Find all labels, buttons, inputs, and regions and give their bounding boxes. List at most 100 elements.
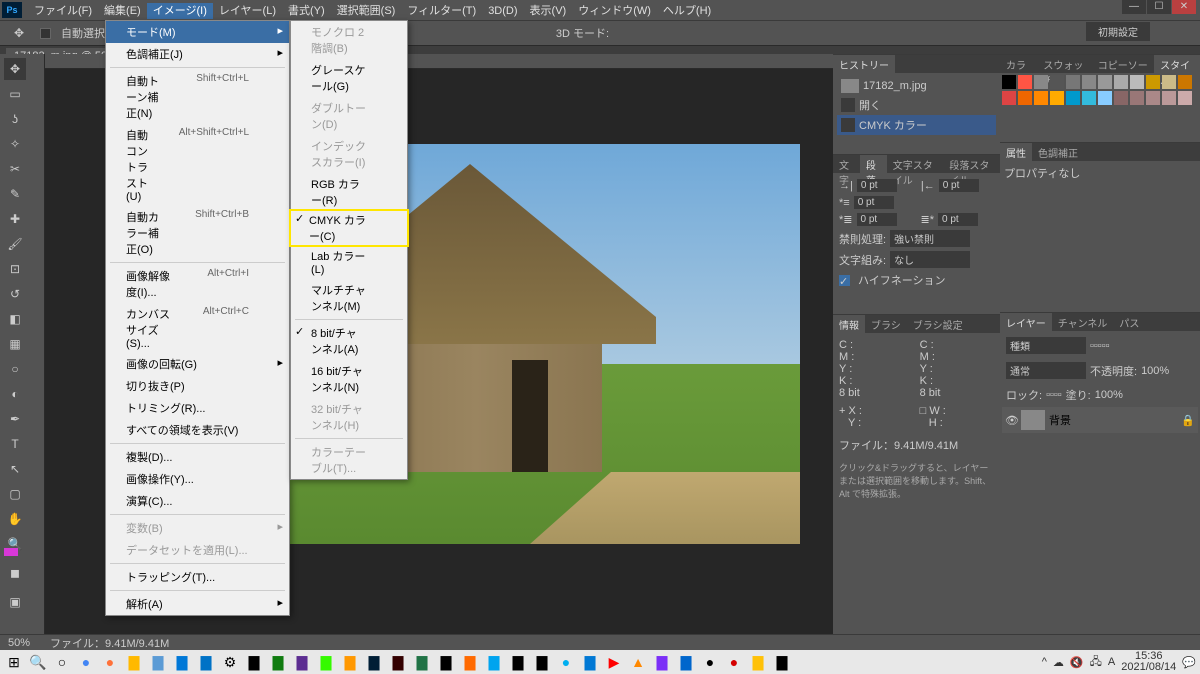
swatch[interactable] bbox=[1098, 91, 1112, 105]
search-button[interactable]: 🔍 bbox=[28, 652, 48, 672]
workspace-picker[interactable]: 初期設定 bbox=[1086, 22, 1150, 41]
swatch[interactable] bbox=[1178, 91, 1192, 105]
menu-item[interactable]: カンバスサイズ(S)...Alt+Ctrl+C bbox=[106, 303, 289, 353]
app-icon-11[interactable]: ▇ bbox=[676, 652, 696, 672]
panel-tab[interactable]: コピーソース bbox=[1092, 55, 1154, 73]
panel-tab[interactable]: ブラシ設定 bbox=[907, 315, 969, 333]
pen-tool[interactable]: ✒ bbox=[4, 408, 26, 430]
app-icon-5[interactable]: ▇ bbox=[484, 652, 504, 672]
app-icon-7[interactable]: ▇ bbox=[532, 652, 552, 672]
menu-4[interactable]: 書式(Y) bbox=[282, 3, 331, 19]
chrome-icon[interactable]: ● bbox=[76, 652, 96, 672]
mode-item[interactable]: 32 bit/チャンネル(H) bbox=[291, 398, 407, 436]
mode-item[interactable]: RGB カラー(R) bbox=[291, 173, 407, 211]
panel-tab[interactable]: 段落 bbox=[860, 155, 887, 173]
app-icon-8[interactable]: ▇ bbox=[580, 652, 600, 672]
menu-5[interactable]: 選択範囲(S) bbox=[331, 3, 402, 19]
kinsoku-select[interactable]: 強い禁則 bbox=[890, 230, 970, 247]
menu-item[interactable]: 画像解像度(I)...Alt+Ctrl+I bbox=[106, 265, 289, 303]
zoom-level[interactable]: 50% bbox=[8, 637, 30, 649]
move-tool[interactable]: ✥ bbox=[4, 58, 26, 80]
tray-onedrive-icon[interactable]: ☁ bbox=[1053, 656, 1064, 669]
swatch[interactable] bbox=[1034, 91, 1048, 105]
panel-tab[interactable]: カラー bbox=[1000, 55, 1037, 73]
swatch[interactable] bbox=[1146, 75, 1160, 89]
menu-item[interactable]: 自動カラー補正(O)Shift+Ctrl+B bbox=[106, 206, 289, 260]
gradient-tool[interactable]: ▦ bbox=[4, 333, 26, 355]
fg-bg-colors[interactable]: ◼ bbox=[4, 558, 26, 588]
hand-tool[interactable]: ✋ bbox=[4, 508, 26, 530]
app-icon-4[interactable]: ▇ bbox=[460, 652, 480, 672]
mode-item[interactable]: インデックスカラー(I) bbox=[291, 135, 407, 173]
panel-tab[interactable]: 文字 bbox=[833, 155, 860, 173]
mode-item[interactable]: カラーテーブル(T)... bbox=[291, 441, 407, 479]
taskbar-clock[interactable]: 15:36 2021/08/14 bbox=[1121, 651, 1176, 673]
mode-item[interactable]: Lab カラー(L) bbox=[291, 245, 407, 279]
panel-tab[interactable]: 文字スタイル bbox=[887, 155, 944, 173]
path-tool[interactable]: ↖ bbox=[4, 458, 26, 480]
photos-icon[interactable]: ▇ bbox=[172, 652, 192, 672]
crop-tool[interactable]: ✂ bbox=[4, 158, 26, 180]
tray-volume-icon[interactable]: 🔇 bbox=[1070, 656, 1084, 669]
swatch[interactable] bbox=[1114, 91, 1128, 105]
app-icon-12[interactable]: ● bbox=[700, 652, 720, 672]
swatch[interactable] bbox=[1146, 91, 1160, 105]
app-icon-2[interactable]: ▇ bbox=[292, 652, 312, 672]
explorer-icon[interactable]: ▇ bbox=[124, 652, 144, 672]
mojikumi-select[interactable]: なし bbox=[890, 251, 970, 268]
healing-tool[interactable]: ✚ bbox=[4, 208, 26, 230]
mode-item[interactable]: ダブルトーン(D) bbox=[291, 97, 407, 135]
space-after[interactable]: 0 pt bbox=[938, 213, 978, 226]
menu-item[interactable]: モード(M)▸ bbox=[106, 21, 289, 43]
menu-item[interactable]: データセットを適用(L)... bbox=[106, 539, 289, 561]
dodge-tool[interactable]: ◐ bbox=[4, 383, 26, 405]
minimize-button[interactable]: — bbox=[1122, 0, 1146, 14]
swatch[interactable] bbox=[1082, 91, 1096, 105]
skype-icon[interactable]: ● bbox=[556, 652, 576, 672]
mode-item[interactable]: ✓8 bit/チャンネル(A) bbox=[291, 322, 407, 360]
notifications-icon[interactable]: 💬 bbox=[1182, 656, 1196, 669]
menu-9[interactable]: ウィンドウ(W) bbox=[572, 3, 657, 19]
swatch[interactable] bbox=[1066, 91, 1080, 105]
menu-item[interactable]: トラッピング(T)... bbox=[106, 566, 289, 588]
cortana-icon[interactable]: ○ bbox=[52, 652, 72, 672]
notepad-icon[interactable]: ▇ bbox=[148, 652, 168, 672]
tray-network-icon[interactable]: 🖧 bbox=[1090, 653, 1102, 672]
menu-item[interactable]: トリミング(R)... bbox=[106, 397, 289, 419]
mode-item[interactable]: 16 bit/チャンネル(N) bbox=[291, 360, 407, 398]
space-before[interactable]: 0 pt bbox=[857, 213, 897, 226]
type-tool[interactable]: T bbox=[4, 433, 26, 455]
app-icon-3[interactable]: ▇ bbox=[436, 652, 456, 672]
history-file[interactable]: 17182_m.jpg bbox=[837, 77, 996, 95]
menu-item[interactable]: 切り抜き(P) bbox=[106, 375, 289, 397]
app-icon-10[interactable]: ▇ bbox=[652, 652, 672, 672]
indent-right[interactable]: 0 pt bbox=[939, 179, 979, 192]
wand-tool[interactable]: ✧ bbox=[4, 133, 26, 155]
mode-item[interactable]: ✓CMYK カラー(C) bbox=[289, 209, 409, 247]
panel-tab[interactable]: スウォッチ bbox=[1037, 55, 1091, 73]
blend-mode[interactable]: 通常 bbox=[1006, 362, 1086, 379]
panel-tab[interactable]: レイヤー bbox=[1000, 313, 1052, 331]
mode-item[interactable]: グレースケール(G) bbox=[291, 59, 407, 97]
swatch[interactable] bbox=[1034, 75, 1048, 89]
swatch[interactable] bbox=[1130, 91, 1144, 105]
eraser-tool[interactable]: ◧ bbox=[4, 308, 26, 330]
app-icon-1[interactable]: ▇ bbox=[268, 652, 288, 672]
eyedropper-tool[interactable]: ✎ bbox=[4, 183, 26, 205]
outlook-icon[interactable]: ▇ bbox=[196, 652, 216, 672]
menu-10[interactable]: ヘルプ(H) bbox=[657, 3, 717, 19]
panel-tab[interactable]: スタイル bbox=[1154, 55, 1200, 73]
brush-tool[interactable]: 🖌 bbox=[4, 233, 26, 255]
marquee-tool[interactable]: ▭ bbox=[4, 83, 26, 105]
autoselect-checkbox[interactable] bbox=[40, 28, 51, 39]
shape-tool[interactable]: ▢ bbox=[4, 483, 26, 505]
swatch[interactable] bbox=[1002, 75, 1016, 89]
panel-tab[interactable]: 段落スタイル bbox=[943, 155, 1000, 173]
history-cmyk[interactable]: CMYK カラー bbox=[837, 115, 996, 135]
mode-item[interactable]: モノクロ 2 階調(B) bbox=[291, 21, 407, 59]
hyphen-check[interactable]: ✓ bbox=[839, 275, 850, 286]
menu-item[interactable]: 複製(D)... bbox=[106, 446, 289, 468]
menu-item[interactable]: 変数(B)▸ bbox=[106, 517, 289, 539]
swatch[interactable] bbox=[1178, 75, 1192, 89]
menu-7[interactable]: 3D(D) bbox=[482, 3, 523, 19]
